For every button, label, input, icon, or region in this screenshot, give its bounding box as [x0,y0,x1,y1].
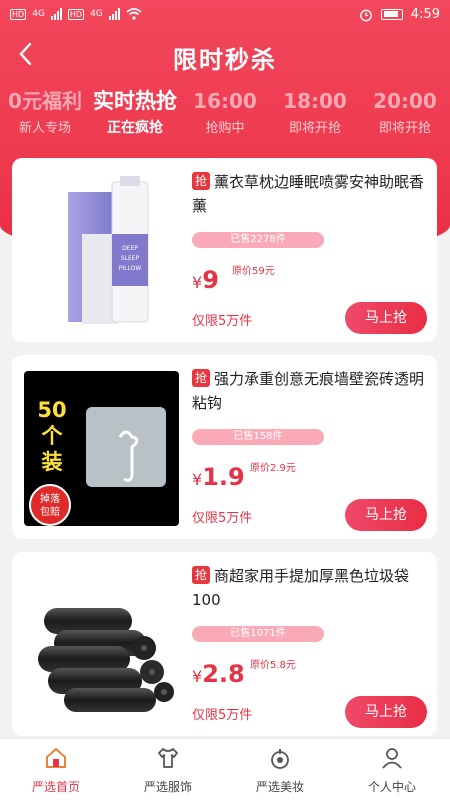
bottom-tab-label: 严选服饰 [143,780,192,794]
sold-count-badge: 已售1071件 [192,626,324,642]
carrier-label-2: 4G [90,9,103,19]
buy-now-button[interactable]: 马上抢 [345,499,427,531]
bottom-tab-label: 严选首页 [31,780,80,794]
tab-1800[interactable]: 18:00 即将开抢 [270,88,360,136]
bottom-tab-label: 严选美妆 [255,780,304,794]
product-image-text: 个 [42,424,64,448]
currency-symbol: ¥ [192,470,203,489]
price-row: ¥2.8 原价5.8元 [192,660,296,688]
original-price: 原价5.8元 [250,660,296,671]
tab-subtitle: 新人专场 [18,121,71,136]
tab-title: 20:00 [373,89,437,113]
currency-symbol: ¥ [192,667,203,686]
status-bar: HD 4G HD 4G 4:59 [0,0,450,32]
product-card[interactable]: 50 个 装 掉落 包赔 抢强力承重创意无痕墙壁瓷砖透明粘钩 已售158件 ¥1… [12,355,437,539]
hd-icon: HD [10,8,27,20]
signal-icon-2 [108,8,120,20]
sale-price: 2.8 [202,660,245,688]
product-image-text: PILLOW [119,265,142,272]
top-nav: 限时秒杀 [0,36,450,76]
tab-2000[interactable]: 20:00 即将开抢 [360,88,450,136]
product-card[interactable]: 抢商超家用手提加厚黑色垃圾袋100 已售1071件 ¥2.8 原价5.8元 仅限… [12,552,437,736]
cosmetics-icon [271,749,289,769]
bottom-tab-apparel[interactable]: 严选服饰 [112,745,224,795]
user-icon [382,748,402,769]
product-image [24,568,179,723]
wifi-icon [126,8,142,20]
carrier-label-1: 4G [32,9,45,19]
bottom-tab-cosmetics[interactable]: 严选美妆 [224,745,336,795]
bottom-tab-home[interactable]: 严选首页 [0,745,112,795]
tab-title: 0元福利 [8,89,82,113]
tab-subtitle: 即将开抢 [288,121,341,136]
bottom-tab-label: 个人中心 [367,780,416,794]
sold-count-badge: 已售2278件 [192,232,324,248]
hd-icon-2: HD [67,8,85,20]
stock-limit: 仅限5万件 [192,314,253,329]
original-price: 原价59元 [232,266,275,277]
product-name: 强力承重创意无痕墙壁瓷砖透明粘钩 [192,370,425,412]
product-info: 抢薰衣草枕边睡眠喷雾安神助眠香薰 已售2278件 ¥9 原价59元 仅限5万件 … [192,170,427,334]
status-time: 4:59 [410,7,440,22]
buy-now-button[interactable]: 马上抢 [345,696,427,728]
product-name: 商超家用手提加厚黑色垃圾袋100 [192,567,410,609]
bottom-tab-bar: 严选首页 严选服饰 严选美妆 个人中心 [0,738,450,800]
signal-icon [50,8,62,20]
product-image-text: DEEP [122,245,138,252]
shirt-icon [158,748,178,768]
price-row: ¥9 原价59元 [192,266,275,294]
home-icon [46,748,66,768]
product-name-line: 抢强力承重创意无痕墙壁瓷砖透明粘钩 [192,367,427,415]
tab-hot-now[interactable]: 实时热抢 正在疯抢 [90,88,180,137]
product-card[interactable]: DEEP SLEEP PILLOW 抢薰衣草枕边睡眠喷雾安神助眠香薰 已售227… [12,158,437,342]
tab-free-benefit[interactable]: 0元福利 新人专场 [0,88,90,136]
product-image: 50 个 装 掉落 包赔 [24,371,179,526]
tab-subtitle: 正在疯抢 [107,120,163,136]
product-image-text: SLEEP [121,255,140,262]
product-image-text: 掉落 [40,492,60,505]
stock-limit: 仅限5万件 [192,511,253,526]
buy-now-button[interactable]: 马上抢 [345,302,427,334]
product-image-text: 包赔 [40,505,60,518]
alarm-icon [359,9,372,21]
page-title: 限时秒杀 [173,46,277,74]
product-name: 薰衣草枕边睡眠喷雾安神助眠香薰 [192,173,425,215]
tab-title: 18:00 [283,89,347,113]
product-info: 抢强力承重创意无痕墙壁瓷砖透明粘钩 已售158件 ¥1.9 原价2.9元 仅限5… [192,367,427,531]
session-tabs: 0元福利 新人专场 实时热抢 正在疯抢 16:00 抢购中 18:00 即将开抢… [0,88,450,144]
tab-title: 实时热抢 [93,89,177,113]
currency-symbol: ¥ [192,273,203,292]
flash-sale-badge: 抢 [192,566,210,584]
tab-1600[interactable]: 16:00 抢购中 [180,88,270,136]
product-name-line: 抢商超家用手提加厚黑色垃圾袋100 [192,564,427,612]
product-image: DEEP SLEEP PILLOW [24,174,179,329]
bottom-tab-profile[interactable]: 个人中心 [336,745,448,795]
sale-price: 9 [202,266,219,294]
product-name-line: 抢薰衣草枕边睡眠喷雾安神助眠香薰 [192,170,427,218]
flash-sale-badge: 抢 [192,369,210,387]
product-info: 抢商超家用手提加厚黑色垃圾袋100 已售1071件 ¥2.8 原价5.8元 仅限… [192,564,427,728]
product-image-text: 50 [37,398,66,422]
sale-price: 1.9 [202,463,245,491]
original-price: 原价2.9元 [250,463,296,474]
product-image-text: 装 [42,450,63,474]
flash-sale-badge: 抢 [192,172,210,190]
tab-title: 16:00 [193,89,257,113]
stock-limit: 仅限5万件 [192,708,253,723]
battery-icon [380,9,403,20]
price-row: ¥1.9 原价2.9元 [192,463,296,491]
tab-subtitle: 即将开抢 [378,121,431,136]
sold-count-badge: 已售158件 [192,429,324,445]
tab-subtitle: 抢购中 [205,121,245,136]
